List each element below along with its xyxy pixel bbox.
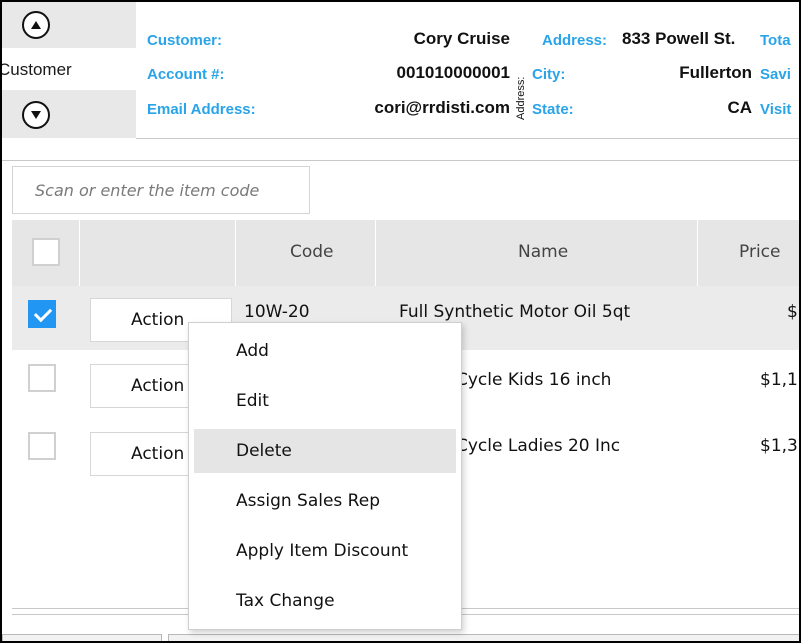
row-checkbox[interactable]: [28, 432, 56, 460]
chevron-down-icon[interactable]: [22, 101, 50, 129]
header-select-col: [12, 220, 80, 286]
bottom-tab[interactable]: [2, 634, 162, 641]
header-name-col[interactable]: Name: [376, 220, 698, 286]
row-name: Cycle Ladies 20 Inc: [456, 436, 621, 456]
customer-header: Customer: Cory Cruise Account #: 0010100…: [136, 2, 799, 139]
row-price: $1,39: [760, 436, 799, 456]
customer-nav: Customer: [2, 2, 136, 138]
account-label: Account #:: [147, 66, 225, 83]
menu-item-tax-change[interactable]: Tax Change: [194, 579, 456, 623]
header-action-col: [80, 220, 236, 286]
name-column-header: Name: [518, 242, 569, 262]
nav-up-cell: [2, 2, 136, 48]
address-value: 833 Powell St.: [622, 29, 736, 48]
address-label: Address:: [542, 32, 608, 49]
code-column-header: Code: [290, 242, 334, 262]
account-value: 001010000001: [396, 63, 510, 82]
row-context-menu: Add Edit Delete Assign Sales Rep Apply I…: [188, 322, 462, 630]
row-checkbox[interactable]: [28, 300, 56, 328]
city-value: Fullerton: [679, 63, 752, 82]
total-label: Tota: [760, 32, 791, 49]
app-window: Customer Customer: Cory Cruise Account #…: [0, 0, 801, 643]
select-all-checkbox[interactable]: [32, 238, 60, 266]
row-name: Cycle Kids 16 inch: [456, 370, 612, 390]
address-group-label: Address:: [515, 76, 527, 120]
nav-label: Customer: [0, 60, 72, 79]
customer-label: Customer:: [147, 32, 223, 49]
bottom-tab[interactable]: [168, 634, 799, 641]
state-value: CA: [727, 98, 752, 117]
nav-down-cell: [2, 90, 136, 138]
row-price: $2: [787, 302, 799, 322]
state-label: State:: [532, 101, 574, 118]
visits-label: Visit: [760, 101, 792, 118]
row-price: $1,19: [760, 370, 799, 390]
table-header: Code Name Price: [12, 220, 799, 286]
chevron-up-icon[interactable]: [22, 11, 50, 39]
price-column-header: Price: [739, 242, 781, 262]
menu-item-edit[interactable]: Edit: [194, 379, 456, 423]
menu-item-apply-item-discount[interactable]: Apply Item Discount: [194, 529, 456, 573]
savings-label: Savi: [760, 66, 791, 83]
row-code: 10W-20: [244, 302, 310, 322]
item-code-search: [12, 166, 310, 214]
row-name: Full Synthetic Motor Oil 5qt: [399, 302, 631, 322]
header-divider: [2, 138, 799, 161]
row-checkbox[interactable]: [28, 364, 56, 392]
header-price-col[interactable]: Price: [698, 220, 799, 286]
email-label: Email Address:: [147, 101, 256, 118]
email-value: cori@rrdisti.com: [374, 98, 510, 117]
customer-value: Cory Cruise: [413, 29, 510, 48]
menu-item-assign-sales-rep[interactable]: Assign Sales Rep: [194, 479, 456, 523]
menu-item-delete[interactable]: Delete: [194, 429, 456, 473]
header-code-col[interactable]: Code: [236, 220, 376, 286]
item-code-input[interactable]: [13, 167, 309, 213]
menu-item-add[interactable]: Add: [194, 329, 456, 373]
city-label: City:: [532, 66, 566, 83]
